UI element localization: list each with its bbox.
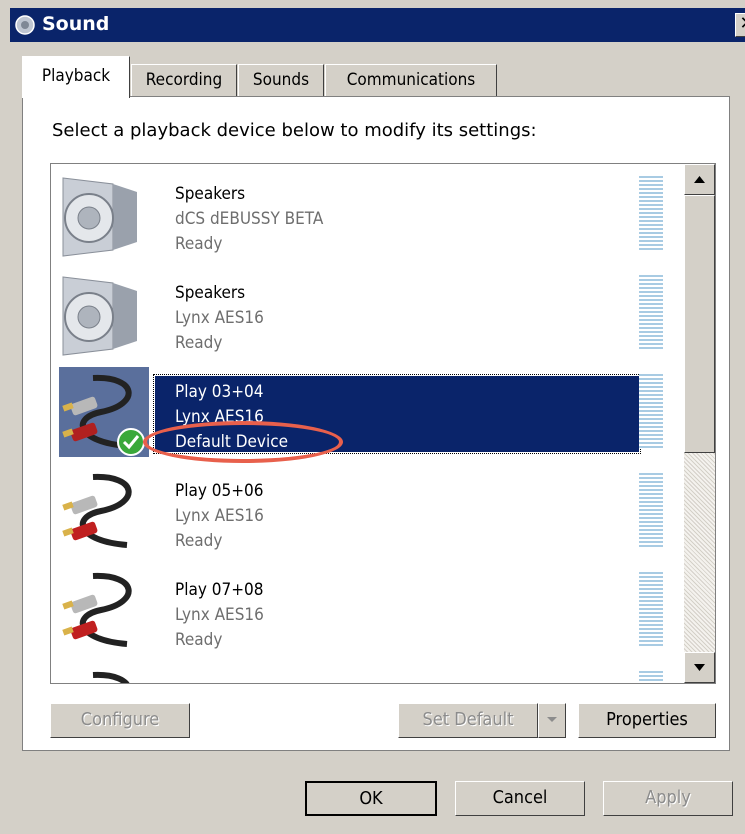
list-item[interactable]: Play 07+08 Lynx AES16 Ready — [51, 560, 681, 659]
rca-cable-icon — [62, 473, 132, 548]
arrow-up-icon — [694, 176, 705, 183]
vertical-scrollbar[interactable] — [684, 164, 715, 683]
device-status: Ready — [175, 531, 223, 551]
list-item[interactable]: Speakers dCS dEBUSSY BETA Ready — [51, 164, 681, 263]
volume-meter — [639, 176, 663, 250]
tab-communications[interactable]: Communications — [325, 64, 497, 96]
tab-playback[interactable]: Playback — [22, 56, 130, 98]
device-name: Speakers — [175, 184, 246, 204]
tab-recording[interactable]: Recording — [131, 64, 237, 96]
volume-meter — [639, 275, 663, 349]
device-status: Ready — [175, 234, 223, 254]
configure-button[interactable]: Configure — [50, 703, 190, 738]
instruction-text: Select a playback device below to modify… — [52, 120, 537, 141]
device-status: Ready — [175, 333, 223, 353]
device-name: Play 07+08 — [175, 580, 264, 600]
device-name: Play 03+04 — [175, 382, 264, 402]
apply-button[interactable]: Apply — [603, 781, 733, 816]
speaker-icon — [15, 15, 35, 35]
properties-button[interactable]: Properties — [578, 703, 716, 738]
speaker-icon — [62, 177, 137, 257]
cancel-button[interactable]: Cancel — [455, 781, 585, 816]
volume-meter — [639, 473, 663, 547]
scroll-thumb[interactable] — [684, 195, 715, 453]
window-title: Sound — [42, 13, 110, 35]
speaker-icon — [62, 276, 137, 356]
rca-cable-icon — [92, 671, 130, 683]
close-button[interactable]: ✕ — [735, 13, 745, 37]
tab-sounds[interactable]: Sounds — [238, 64, 324, 96]
ok-button[interactable]: OK — [305, 781, 437, 816]
volume-meter — [639, 374, 663, 448]
set-default-dropdown[interactable] — [538, 703, 566, 738]
volume-meter — [639, 671, 663, 683]
chevron-down-icon — [547, 717, 557, 722]
list-item[interactable] — [51, 659, 681, 683]
list-item[interactable]: Speakers Lynx AES16 Ready — [51, 263, 681, 362]
scroll-up-button[interactable] — [684, 164, 715, 195]
scroll-down-button[interactable] — [684, 652, 715, 683]
rca-cable-icon — [62, 572, 132, 647]
device-driver: Lynx AES16 — [175, 605, 264, 625]
arrow-down-icon — [694, 664, 705, 671]
sound-dialog: Sound ✕ Playback Recording Sounds Commun… — [0, 0, 745, 834]
volume-meter — [639, 572, 663, 646]
list-item[interactable]: Play 05+06 Lynx AES16 Ready — [51, 461, 681, 560]
device-list[interactable]: Speakers dCS dEBUSSY BETA Ready Speakers… — [50, 163, 716, 684]
annotation-circle — [143, 421, 343, 463]
device-driver: Lynx AES16 — [175, 506, 264, 526]
device-name: Play 05+06 — [175, 481, 264, 501]
device-driver: Lynx AES16 — [175, 308, 264, 328]
title-bar: Sound ✕ — [10, 8, 745, 42]
device-name: Speakers — [175, 283, 246, 303]
set-default-button[interactable]: Set Default — [398, 703, 538, 738]
device-status: Ready — [175, 630, 223, 650]
rca-cable-icon — [62, 374, 145, 456]
device-driver: dCS dEBUSSY BETA — [175, 209, 324, 229]
